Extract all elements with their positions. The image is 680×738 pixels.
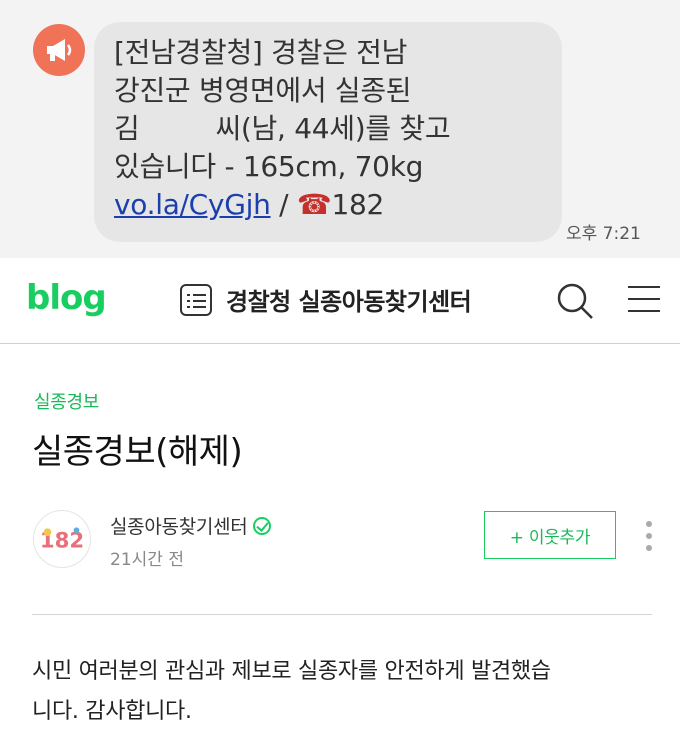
divider xyxy=(32,614,652,615)
post-category[interactable]: 실종경보 xyxy=(34,388,99,414)
author-name[interactable]: 실종아동찾기센터 xyxy=(110,512,272,539)
sms-text-line: 있습니다 - 165cm, 70kg xyxy=(114,150,424,183)
phone-icon: ☎ xyxy=(296,188,332,221)
sms-text-line: vo.la/CyGjh / ☎182 xyxy=(114,186,544,224)
sms-text-line: 강진군 병영면에서 실종된 xyxy=(114,74,412,107)
post-body-line: 시민 여러분의 관심과 제보로 실종자를 안전하게 발견했습 xyxy=(32,659,551,684)
sms-bubble[interactable]: [전남경찰청] 경찰은 전남 강진군 병영면에서 실종된 김 씨(남, 44세)를… xyxy=(94,22,562,242)
redacted-name xyxy=(139,116,216,144)
sms-link[interactable]: vo.la/CyGjh xyxy=(114,188,271,221)
blog-logo[interactable]: blog xyxy=(26,278,107,318)
sms-separator: / xyxy=(270,188,297,221)
add-neighbor-button[interactable]: + 이웃추가 xyxy=(484,511,616,559)
more-options-icon[interactable] xyxy=(644,519,654,553)
post-body: 시민 여러분의 관심과 제보로 실종자를 안전하게 발견했습 니다. 감사합니다… xyxy=(32,652,662,732)
author-avatar[interactable]: 182 xyxy=(33,510,91,568)
blog-header: blog 경찰청 실종아동찾기센터 xyxy=(0,258,680,344)
post-list-icon[interactable] xyxy=(180,284,212,316)
megaphone-icon xyxy=(47,39,72,61)
blog-title[interactable]: 경찰청 실종아동찾기센터 xyxy=(226,282,472,317)
sms-timestamp: 오후 7:21 xyxy=(566,224,641,244)
sms-message-area: [전남경찰청] 경찰은 전남 강진군 병영면에서 실종된 김 씨(남, 44세)를… xyxy=(0,0,680,258)
sms-phone-number[interactable]: 182 xyxy=(331,188,384,221)
author-avatar-logo: 182 xyxy=(40,527,84,554)
post-title: 실종경보(해제) xyxy=(32,432,243,472)
verified-icon xyxy=(253,517,272,535)
sms-name-prefix: 김 xyxy=(114,112,140,145)
post-body-line: 니다. 감사합니다. xyxy=(32,699,192,724)
search-icon[interactable] xyxy=(556,282,594,320)
author-name-text: 실종아동찾기센터 xyxy=(110,516,248,538)
sms-text-line: [전남경찰청] 경찰은 전남 xyxy=(114,36,408,69)
post-time: 21시간 전 xyxy=(110,550,184,570)
sms-text-line: 김 씨(남, 44세)를 찾고 xyxy=(114,110,544,148)
menu-icon[interactable] xyxy=(628,284,660,314)
sms-name-suffix: 씨(남, 44세)를 찾고 xyxy=(215,112,451,145)
sms-sender-avatar[interactable] xyxy=(33,24,85,76)
